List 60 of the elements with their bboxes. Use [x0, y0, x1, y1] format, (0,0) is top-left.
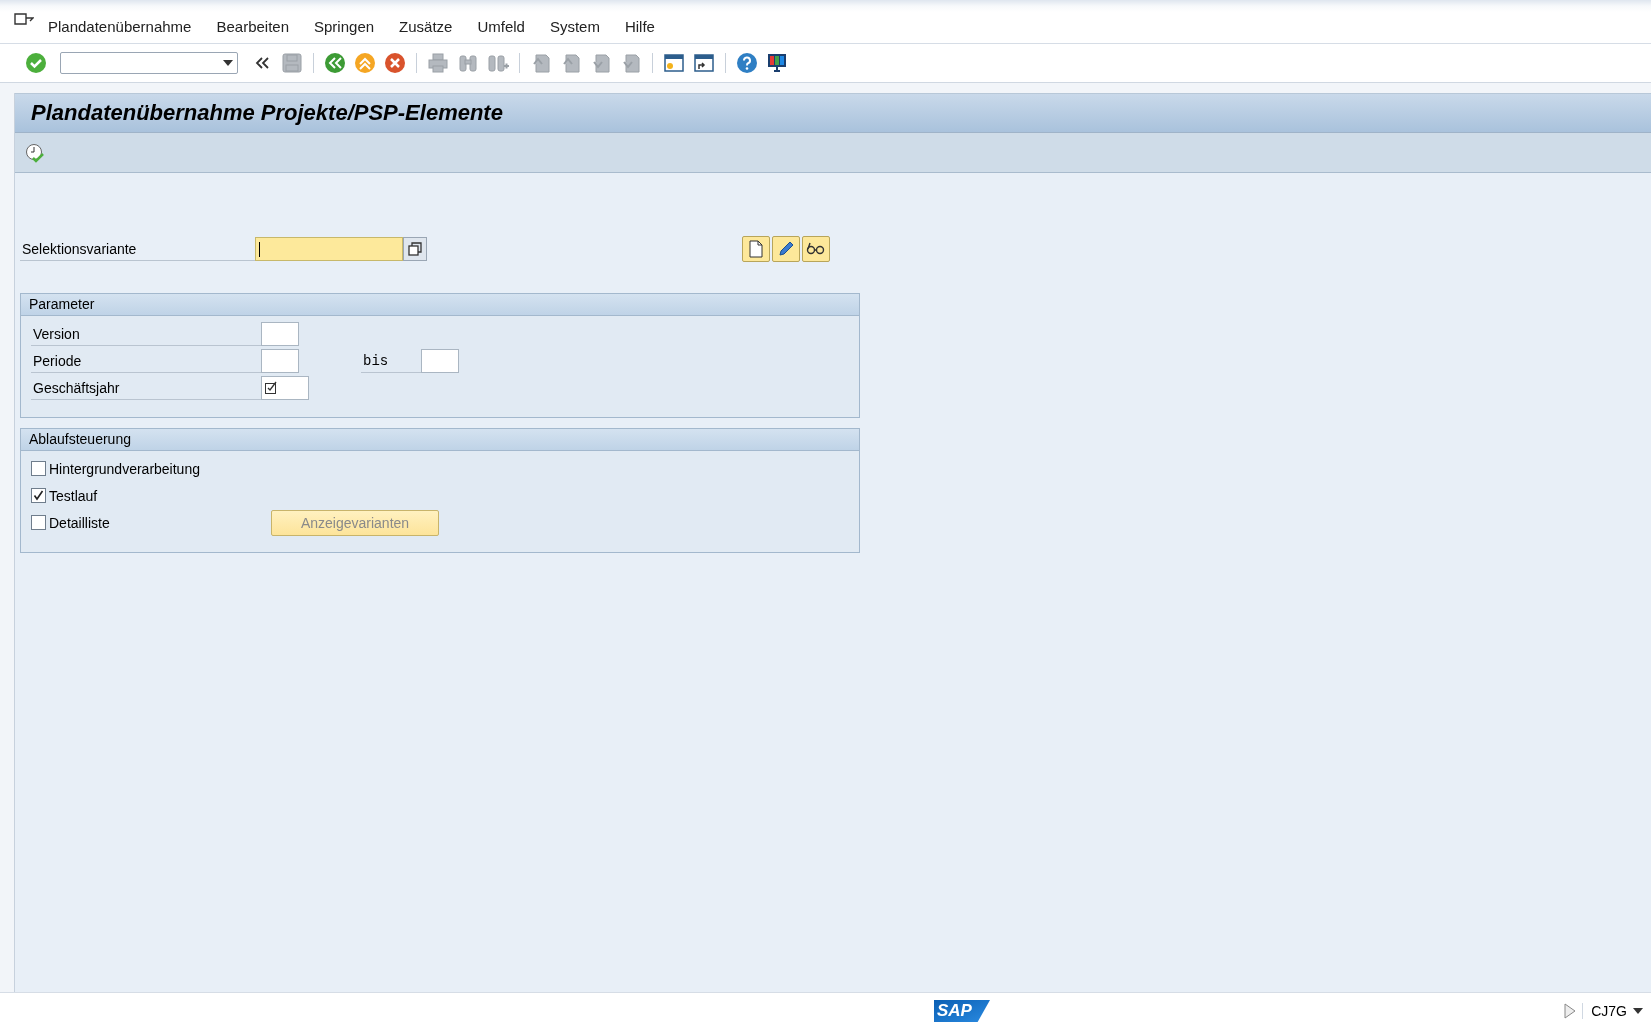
menu-item[interactable]: Springen — [314, 18, 375, 35]
menu-item[interactable]: Zusätze — [399, 18, 453, 35]
panel-header: Parameter — [21, 294, 859, 316]
input-field[interactable] — [261, 348, 299, 373]
pencil-icon — [777, 240, 795, 258]
shortcut-window-icon — [693, 52, 715, 74]
transaction-code: CJ7G — [1582, 1003, 1627, 1019]
save-icon — [281, 52, 303, 74]
edit-variant-button[interactable] — [772, 236, 800, 262]
new-window-icon — [663, 52, 685, 74]
dropdown-icon — [223, 60, 233, 66]
command-field[interactable] — [60, 52, 238, 74]
page-arrow-icon — [560, 52, 582, 74]
field-label: Geschäftsjahr — [31, 375, 261, 400]
input-field[interactable] — [261, 375, 309, 400]
page-arrow-icon — [620, 52, 642, 74]
checkbox[interactable] — [31, 515, 46, 530]
page-title: Plandatenübernahme Projekte/PSP-Elemente — [31, 100, 503, 126]
clock-check-icon[interactable] — [25, 142, 45, 163]
check-icon — [25, 52, 47, 74]
required-check-icon — [265, 381, 278, 394]
new-variant-button[interactable] — [742, 236, 770, 262]
toolbar-button[interactable] — [765, 51, 789, 75]
panel-header: Ablaufsteuerung — [21, 429, 859, 451]
copy-icon — [408, 242, 422, 256]
menu-item[interactable]: Umfeld — [477, 18, 525, 35]
help-icon — [736, 52, 758, 74]
dropdown-icon[interactable] — [1633, 1008, 1643, 1014]
document-icon — [748, 240, 764, 258]
binoculars-plus-icon — [487, 52, 509, 74]
play-icon[interactable] — [1564, 1003, 1577, 1019]
binoculars-icon — [457, 52, 479, 74]
field-label: Periode — [31, 348, 261, 373]
back-icon — [324, 52, 346, 74]
menu-item[interactable]: Plandatenübernahme — [48, 18, 192, 35]
glasses-icon — [806, 241, 826, 257]
multiple-selection-button[interactable] — [403, 237, 427, 261]
toolbar-button[interactable] — [692, 51, 716, 75]
sap-logo: SAP — [934, 1000, 990, 1022]
field-label: Version — [31, 321, 261, 346]
input-field[interactable] — [261, 321, 299, 346]
print-icon — [427, 52, 449, 74]
exit-icon — [354, 52, 376, 74]
checkbox-label: Testlauf — [49, 487, 98, 504]
page-arrow-icon — [530, 52, 552, 74]
checkbox-label: Hintergrundverarbeitung — [49, 460, 200, 477]
monitor-icon — [766, 52, 788, 74]
field-label: Selektionsvariante — [20, 237, 255, 261]
menu-item[interactable]: System — [549, 18, 600, 35]
checkbox[interactable] — [31, 488, 46, 503]
variant-input-field[interactable] — [255, 237, 403, 261]
page-arrow-icon — [590, 52, 612, 74]
input-field[interactable] — [421, 348, 459, 373]
toolbar-button[interactable] — [662, 51, 686, 75]
checkbox[interactable] — [31, 461, 46, 476]
cancel-icon — [384, 52, 406, 74]
menu-item[interactable]: Bearbeiten — [216, 18, 289, 35]
display-variant-button[interactable] — [802, 236, 830, 262]
checkbox-label: Detailliste — [49, 514, 110, 531]
menu-item[interactable]: Hilfe — [624, 18, 655, 35]
